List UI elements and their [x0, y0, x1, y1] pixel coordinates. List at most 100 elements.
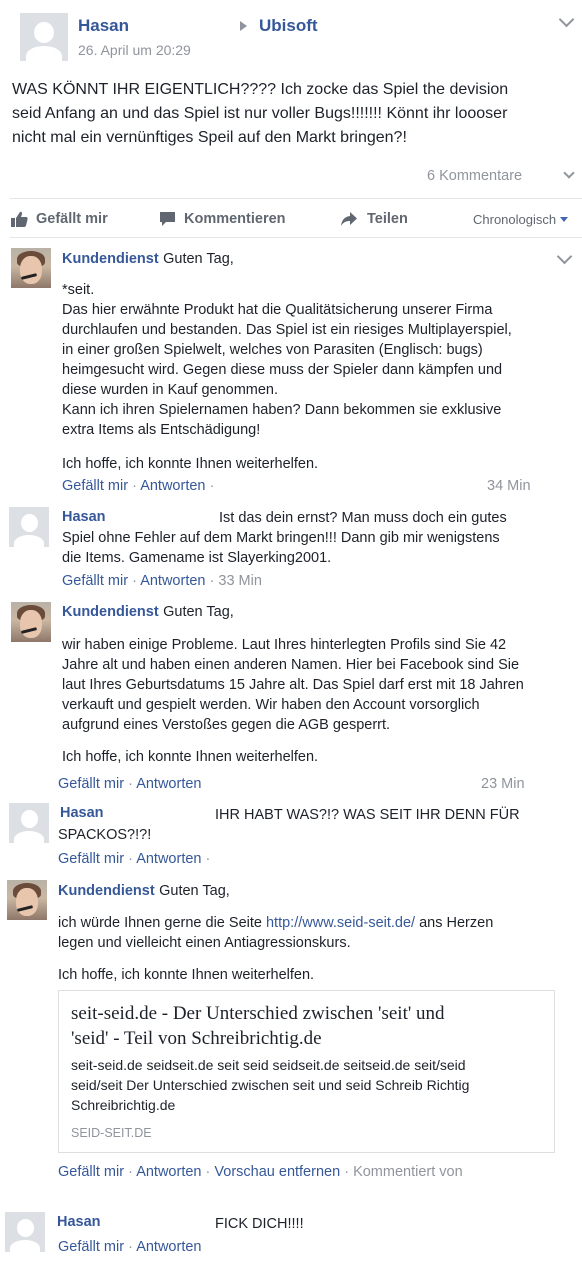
comment-author[interactable]: Kundendienst	[62, 251, 159, 267]
comment-line: wir haben einige Probleme. Laut Ihres hi…	[62, 637, 507, 653]
comment-line: Spiel ohne Fehler auf dem Markt bringen!…	[62, 530, 500, 546]
post-options-chevron-icon[interactable]	[558, 11, 575, 28]
comment-line: Das hier erwähnte Produkt hat die Qualit…	[62, 302, 493, 318]
comment-like-link[interactable]: Gefällt mir	[62, 478, 128, 494]
post-text-line: seid Anfang an und das Spiel ist nur vol…	[12, 105, 508, 122]
post-author-name[interactable]: Hasan	[78, 16, 129, 36]
comment-label: Kommentieren	[184, 211, 286, 227]
comments-divider	[10, 237, 582, 238]
comment-line: laut Ihres Geburtsdatums 15 Jahre alt. D…	[62, 677, 524, 693]
commented-by-link[interactable]: Kommentiert von	[353, 1164, 463, 1180]
comment-actions: Gefällt mir · Antworten · 33 Min	[62, 573, 262, 589]
comment-timestamp[interactable]: 34 Min	[487, 478, 531, 494]
kundendienst-avatar[interactable]	[7, 880, 47, 920]
comment-closing: Ich hoffe, ich konnte Ihnen weiterhelfen…	[58, 967, 315, 983]
comment-options-chevron-icon[interactable]	[556, 248, 573, 265]
comment-line: die Items. Gamename ist Slayerking2001.	[62, 550, 332, 566]
post-target-page[interactable]: Ubisoft	[259, 16, 318, 36]
comment-actions: Gefällt mir · Antworten ·	[62, 478, 215, 494]
link-preview-title: seit-seid.de - Der Unterschied zwischen …	[71, 1003, 445, 1049]
comment-line: verkauft und gespielt werden. Wir haben …	[62, 697, 480, 713]
comment-actions: Gefällt mir · Antworten	[58, 776, 202, 792]
share-action[interactable]: Teilen	[340, 208, 408, 230]
kundendienst-avatar[interactable]	[11, 602, 51, 642]
post-author-avatar[interactable]	[20, 13, 68, 61]
comment-like-link[interactable]: Gefällt mir	[62, 573, 128, 589]
comment-author[interactable]: Hasan	[60, 805, 104, 821]
comment-line: aufgrund eines Verstoßes gegen die AGB g…	[62, 717, 391, 733]
comment-line: *seit.	[62, 282, 95, 298]
comment-body: wir haben einige Probleme. Laut Ihres hi…	[62, 635, 572, 735]
comment-author[interactable]: Hasan	[62, 509, 106, 525]
post-text-line: nicht mal ein vernünftiges Speil auf den…	[12, 129, 407, 146]
comment-line: SPACKOS?!?!	[58, 827, 152, 843]
comment-reply-link[interactable]: Antworten	[136, 1164, 201, 1180]
remove-preview-link[interactable]: Vorschau entfernen	[214, 1164, 340, 1180]
share-arrow-icon	[240, 21, 247, 31]
post-text-line: WAS KÖNNT IHR EIGENTLICH???? Ich zocke d…	[12, 81, 509, 98]
post-timestamp[interactable]: 26. April um 20:29	[78, 42, 191, 58]
comment-header: Kundendienst Guten Tag,	[62, 602, 234, 622]
sort-dropdown[interactable]: Chronologisch	[473, 209, 569, 229]
comment-count-chevron-icon[interactable]	[563, 167, 575, 179]
comment-body: *seit. Das hier erwähnte Produkt hat die…	[62, 280, 562, 440]
comment-line: durchlaufen und bestanden. Das Spiel ist…	[62, 322, 512, 338]
link-preview-card[interactable]: seit-seid.de - Der Unterschied zwischen …	[58, 990, 555, 1153]
comment-author[interactable]: Kundendienst	[58, 883, 155, 899]
speech-bubble-icon	[160, 212, 175, 226]
comment-action[interactable]: Kommentieren	[159, 208, 286, 230]
comment-first-line: FICK DICH!!!!	[215, 1216, 304, 1232]
comment-closing: Ich hoffe, ich konnte Ihnen weiterhelfen…	[62, 749, 319, 765]
comment-like-link[interactable]: Gefällt mir	[58, 851, 124, 867]
comment-first-line: Ist das dein ernst? Man muss doch ein gu…	[219, 510, 507, 526]
comment-header: Kundendienst Guten Tag,	[58, 881, 230, 901]
comment-reply-link[interactable]: Antworten	[140, 573, 205, 589]
comment-actions: Gefällt mir · Antworten · Vorschau entfe…	[58, 1164, 463, 1180]
comment-like-link[interactable]: Gefällt mir	[58, 776, 124, 792]
comment-actions: Gefällt mir · Antworten ·	[58, 851, 211, 867]
like-action[interactable]: Gefällt mir	[11, 208, 108, 230]
comment-line: Jahre alt und haben einen anderen Namen.…	[62, 657, 520, 673]
post-text: WAS KÖNNT IHR EIGENTLICH???? Ich zocke d…	[12, 78, 572, 150]
share-label: Teilen	[367, 211, 408, 227]
comment-url-link[interactable]: http://www.seid-seit.de/	[266, 915, 415, 931]
comment-reply-link[interactable]: Antworten	[140, 478, 205, 494]
action-bar-divider	[10, 198, 582, 199]
comment-line: in einer großen Spielwelt, welches von P…	[62, 342, 483, 358]
comment-reply-link[interactable]: Antworten	[136, 851, 201, 867]
comment-first-line: IHR HABT WAS?!? WAS SEIT IHR DENN FÜR	[215, 807, 520, 823]
comment-reply-link[interactable]: Antworten	[136, 776, 201, 792]
thumbs-up-icon	[11, 211, 28, 227]
comment-first-line: Guten Tag,	[159, 883, 230, 899]
comment-like-link[interactable]: Gefällt mir	[58, 1164, 124, 1180]
caret-down-icon	[560, 216, 569, 222]
comment-count-link[interactable]: 6 Kommentare	[427, 168, 522, 184]
link-preview-domain: SEID-SEIT.DE	[71, 1126, 152, 1140]
comment-line: legen und vielleicht einen Antiagression…	[58, 935, 351, 951]
kundendienst-avatar[interactable]	[11, 248, 51, 288]
sort-label: Chronologisch	[473, 211, 557, 227]
comment-body: ich würde Ihnen gerne die Seite http://w…	[58, 913, 568, 953]
hasan-avatar[interactable]	[9, 803, 49, 843]
comment-timestamp[interactable]: 33 Min	[218, 573, 262, 589]
comment-line: extra Items als Entschädigung!	[62, 422, 261, 438]
comment-closing: Ich hoffe, ich konnte Ihnen weiterhelfen…	[62, 456, 319, 472]
comment-author[interactable]: Hasan	[57, 1214, 101, 1230]
hasan-avatar[interactable]	[9, 507, 49, 547]
comment-header: Kundendienst Guten Tag,	[62, 249, 234, 269]
comment-timestamp[interactable]: 23 Min	[481, 776, 525, 792]
comment-actions: Gefällt mir · Antworten	[58, 1239, 202, 1255]
comment-like-link[interactable]: Gefällt mir	[58, 1239, 124, 1255]
comment-body: SPACKOS?!?!	[58, 825, 151, 845]
comment-first-line: Guten Tag,	[163, 604, 234, 620]
comment-line: diese wurden in Kauf genommen.	[62, 382, 279, 398]
share-icon	[341, 212, 357, 226]
comment-author[interactable]: Kundendienst	[62, 604, 159, 620]
comment-line: heimgesucht wird. Gegen diese muss der S…	[62, 362, 503, 378]
comment-reply-link[interactable]: Antworten	[136, 1239, 201, 1255]
comment-line: ich würde Ihnen gerne die Seite http://w…	[58, 915, 494, 931]
link-preview-description: seit-seid.de seidseit.de seit seid seids…	[71, 1057, 470, 1113]
comment-body: Spiel ohne Fehler auf dem Markt bringen!…	[62, 528, 562, 568]
hasan-avatar[interactable]	[5, 1212, 45, 1252]
comment-line: Kann ich ihren Spielernamen haben? Dann …	[62, 402, 502, 418]
